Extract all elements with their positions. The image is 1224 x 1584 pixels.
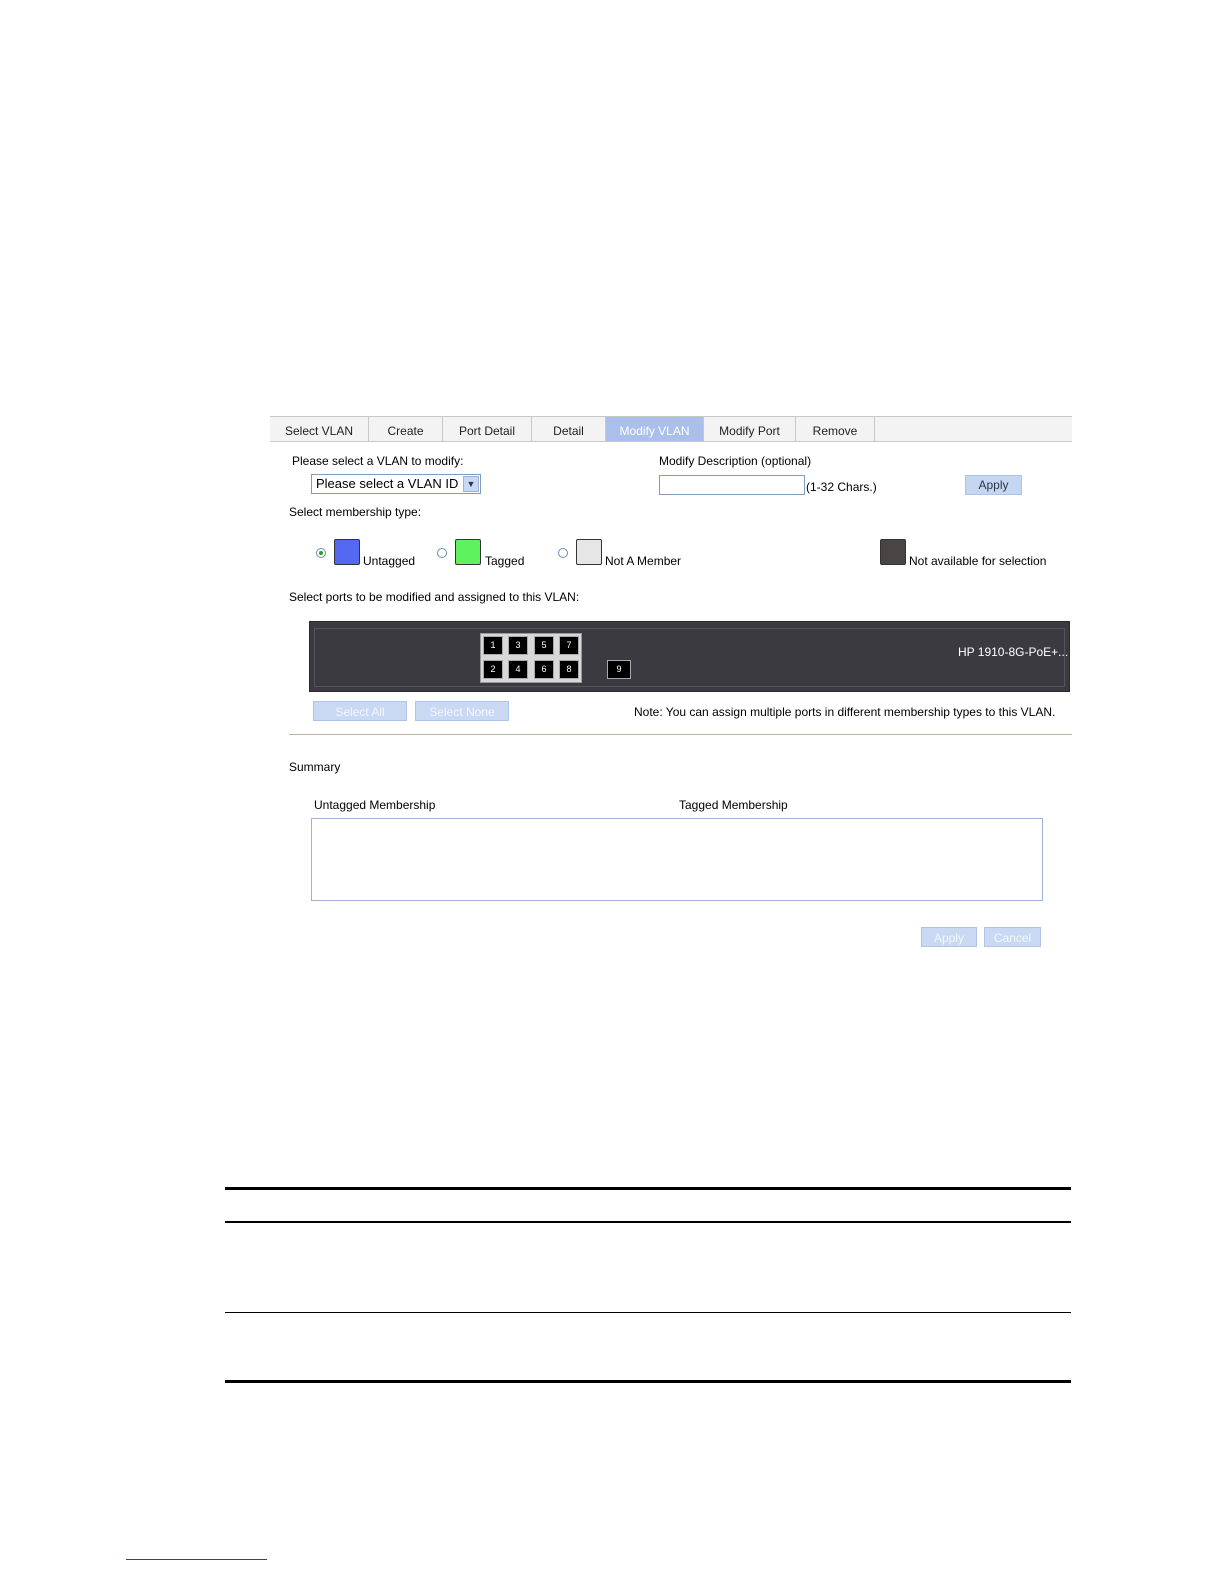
tab-remove[interactable]: Remove (796, 417, 875, 441)
description-hint: (1-32 Chars.) (806, 480, 877, 494)
tagged-label: Tagged (485, 554, 525, 568)
switch-panel-frame (314, 628, 1065, 687)
not-member-radio[interactable] (558, 548, 568, 558)
table-bottom-rule (225, 1380, 1071, 1383)
membership-label: Select membership type: (289, 505, 422, 519)
tab-detail[interactable]: Detail (532, 417, 606, 441)
description-apply-button[interactable]: Apply (965, 475, 1022, 495)
ports-label: Select ports to be modified and assigned… (289, 590, 580, 604)
vlan-select-value: Please select a VLAN ID (316, 476, 459, 491)
untagged-radio[interactable] (316, 548, 326, 558)
untagged-membership-header: Untagged Membership (314, 798, 436, 812)
tab-modify-port[interactable]: Modify Port (704, 417, 796, 441)
not-member-label: Not A Member (605, 554, 682, 568)
port-5[interactable]: 5 (534, 636, 554, 655)
vlan-select[interactable]: Please select a VLAN ID ▼ (311, 474, 481, 494)
vlan-select-label: Please select a VLAN to modify: (292, 454, 464, 468)
switch-model-name: HP 1910-8G-PoE+... (958, 645, 1069, 659)
port-2[interactable]: 2 (483, 660, 503, 679)
port-9[interactable]: 9 (607, 660, 631, 679)
tagged-radio[interactable] (437, 548, 447, 558)
chevron-down-icon[interactable]: ▼ (463, 476, 479, 492)
description-label: Modify Description (optional) (659, 454, 812, 468)
port-3[interactable]: 3 (508, 636, 528, 655)
port-8[interactable]: 8 (559, 660, 579, 679)
apply-button[interactable]: Apply (921, 927, 977, 947)
summary-title: Summary (289, 760, 341, 774)
table-header-rule (225, 1221, 1071, 1223)
tab-select-vlan[interactable]: Select VLAN (270, 417, 369, 441)
footnote-rule (126, 1559, 267, 1560)
select-none-button[interactable]: Select None (415, 701, 509, 721)
cancel-button[interactable]: Cancel (984, 927, 1041, 947)
tab-bar: Select VLAN Create Port Detail Detail Mo… (270, 416, 1072, 442)
port-7[interactable]: 7 (559, 636, 579, 655)
tagged-swatch (455, 539, 481, 565)
unavailable-label: Not available for selection (909, 554, 1047, 568)
tab-modify-vlan[interactable]: Modify VLAN (606, 417, 704, 441)
select-all-button[interactable]: Select All (313, 701, 407, 721)
unavailable-swatch (880, 539, 906, 565)
port-6[interactable]: 6 (534, 660, 554, 679)
table-row-rule (225, 1312, 1071, 1313)
table-top-rule (225, 1187, 1071, 1190)
untagged-label: Untagged (363, 554, 416, 568)
port-1[interactable]: 1 (483, 636, 503, 655)
section-divider (289, 734, 1072, 735)
not-member-swatch (576, 539, 602, 565)
description-input[interactable] (659, 475, 805, 495)
summary-box (311, 818, 1043, 901)
tab-create[interactable]: Create (369, 417, 443, 441)
tab-port-detail[interactable]: Port Detail (443, 417, 532, 441)
untagged-swatch (334, 539, 360, 565)
ports-note: Note: You can assign multiple ports in d… (634, 705, 1056, 719)
tagged-membership-header: Tagged Membership (679, 798, 788, 812)
port-4[interactable]: 4 (508, 660, 528, 679)
